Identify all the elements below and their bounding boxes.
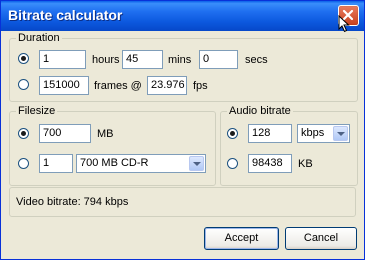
media-type-value: 700 MB CD-R: [80, 157, 149, 169]
audio-kb-radio[interactable]: [227, 158, 238, 169]
mins-label: mins: [168, 54, 192, 66]
audio-bitrate-radio[interactable]: [227, 128, 238, 139]
fps-input[interactable]: 23.976: [147, 76, 187, 95]
hours-input[interactable]: 1: [39, 50, 86, 69]
bitrate-calculator-window: Bitrate calculator Duration 1 hours 45 m…: [0, 0, 365, 260]
audio-bitrate-legend: Audio bitrate: [227, 105, 293, 117]
title-bar[interactable]: Bitrate calculator: [1, 1, 364, 31]
secs-input[interactable]: 0: [199, 50, 238, 69]
audio-unit-select[interactable]: kbps: [297, 124, 350, 143]
filesize-mb-radio[interactable]: [18, 128, 29, 139]
accept-button[interactable]: Accept: [204, 227, 279, 250]
frames-input[interactable]: 151000: [39, 76, 89, 95]
result-panel: Video bitrate: 794 kbps: [9, 187, 356, 217]
filesize-group: Filesize: [9, 105, 216, 186]
cancel-button[interactable]: Cancel: [285, 227, 357, 250]
audio-unit-value: kbps: [301, 127, 325, 139]
secs-label: secs: [245, 54, 268, 66]
filesize-mb-input[interactable]: 700: [39, 124, 91, 143]
chevron-down-icon[interactable]: [333, 126, 348, 141]
media-count-input[interactable]: 1: [39, 154, 73, 173]
filesize-media-radio[interactable]: [18, 158, 29, 169]
filesize-legend: Filesize: [16, 105, 58, 117]
time-radio[interactable]: [18, 53, 29, 64]
audio-bitrate-group: Audio bitrate: [220, 105, 358, 186]
audio-kb-label: KB: [298, 158, 313, 170]
audio-kb-input[interactable]: 98438: [248, 154, 292, 173]
video-bitrate-result: Video bitrate: 794 kbps: [16, 196, 129, 208]
media-type-select[interactable]: 700 MB CD-R: [76, 154, 206, 173]
mins-input[interactable]: 45: [122, 50, 163, 69]
mouse-cursor-icon: [338, 15, 350, 33]
filesize-mb-label: MB: [97, 128, 114, 140]
fps-label: fps: [193, 80, 208, 92]
frames-radio[interactable]: [18, 79, 29, 90]
window-title: Bitrate calculator: [8, 7, 123, 23]
duration-legend: Duration: [16, 32, 62, 44]
chevron-down-icon[interactable]: [189, 156, 204, 171]
audio-bitrate-input[interactable]: 128: [248, 124, 292, 143]
frames-label: frames @: [94, 80, 142, 92]
hours-label: hours: [92, 54, 120, 66]
